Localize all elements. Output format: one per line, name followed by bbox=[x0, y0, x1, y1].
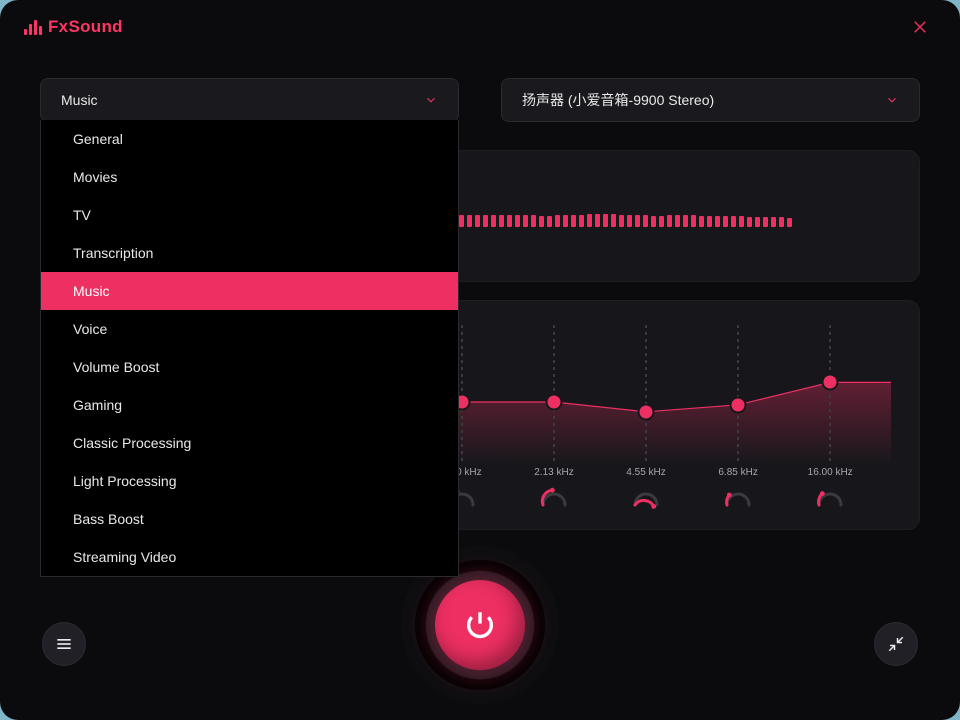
spectrum-bar bbox=[747, 217, 752, 227]
eq-band-track[interactable] bbox=[645, 325, 647, 465]
menu-button[interactable] bbox=[42, 622, 86, 666]
output-select-value: 扬声器 (小爱音箱-9900 Stereo) bbox=[522, 90, 714, 110]
spectrum-bar bbox=[771, 217, 776, 227]
spectrum-bar bbox=[627, 215, 632, 227]
close-button[interactable] bbox=[904, 11, 936, 43]
titlebar: FxSound bbox=[0, 0, 960, 54]
collapse-icon bbox=[887, 635, 905, 653]
spectrum-bar bbox=[643, 215, 648, 227]
eq-band-knob[interactable] bbox=[638, 403, 655, 420]
spectrum-bar bbox=[515, 215, 520, 227]
preset-option[interactable]: TV bbox=[41, 196, 458, 234]
spectrum-bar bbox=[563, 215, 568, 227]
app-window: FxSound Music GeneralMoviesTVTranscripti… bbox=[0, 0, 960, 720]
hamburger-icon bbox=[54, 634, 74, 654]
preset-selector: Music GeneralMoviesTVTranscriptionMusicV… bbox=[40, 78, 459, 122]
spectrum-bar bbox=[731, 216, 736, 227]
preset-select[interactable]: Music bbox=[40, 78, 459, 122]
spectrum-bar bbox=[523, 215, 528, 227]
spectrum-bar bbox=[779, 217, 784, 227]
spectrum-bar bbox=[723, 216, 728, 227]
spectrum-bar bbox=[691, 215, 696, 227]
spectrum-bar bbox=[507, 215, 512, 227]
preset-option[interactable]: Gaming bbox=[41, 386, 458, 424]
spectrum-bar bbox=[675, 215, 680, 227]
eq-band-track[interactable] bbox=[737, 325, 739, 465]
eq-band-label: 4.55 kHz bbox=[621, 467, 671, 478]
collapse-button[interactable] bbox=[874, 622, 918, 666]
spectrum-bar bbox=[611, 214, 616, 227]
spectrum-bar bbox=[715, 216, 720, 227]
preset-option[interactable]: Bass Boost bbox=[41, 500, 458, 538]
eq-band-label: 16.00 kHz bbox=[805, 467, 855, 478]
preset-option[interactable]: Transcription bbox=[41, 234, 458, 272]
spectrum-bar bbox=[491, 215, 496, 227]
preset-option[interactable]: Voice bbox=[41, 310, 458, 348]
eq-band-label: 2.13 kHz bbox=[529, 467, 579, 478]
spectrum-bar bbox=[531, 215, 536, 227]
spectrum-bar bbox=[579, 215, 584, 227]
eq-band-track[interactable] bbox=[829, 325, 831, 465]
eq-band-dial[interactable] bbox=[631, 487, 661, 514]
preset-option[interactable]: General bbox=[41, 120, 458, 158]
spectrum-bar bbox=[555, 215, 560, 227]
app-logo: FxSound bbox=[24, 17, 123, 37]
selectors-row: Music GeneralMoviesTVTranscriptionMusicV… bbox=[0, 54, 960, 122]
spectrum-bar bbox=[587, 214, 592, 227]
logo-bars-icon bbox=[24, 20, 42, 35]
spectrum-bar bbox=[603, 214, 608, 227]
spectrum-bar bbox=[571, 215, 576, 227]
chevron-down-icon bbox=[885, 93, 899, 107]
spectrum-bar bbox=[635, 215, 640, 227]
spectrum-bar bbox=[499, 215, 504, 227]
eq-band-knob[interactable] bbox=[822, 374, 839, 391]
preset-option[interactable]: Volume Boost bbox=[41, 348, 458, 386]
eq-band-label: 6.85 kHz bbox=[713, 467, 763, 478]
output-selector: 扬声器 (小爱音箱-9900 Stereo) bbox=[501, 78, 920, 122]
spectrum-bar bbox=[547, 216, 552, 227]
spectrum-bar bbox=[651, 216, 656, 227]
preset-option[interactable]: Movies bbox=[41, 158, 458, 196]
spectrum-bar bbox=[707, 216, 712, 227]
eq-band-dial[interactable] bbox=[723, 487, 753, 514]
spectrum-bar bbox=[787, 218, 792, 227]
close-icon bbox=[911, 18, 929, 36]
spectrum-bar bbox=[699, 216, 704, 227]
spectrum-bar bbox=[483, 215, 488, 227]
preset-option[interactable]: Music bbox=[41, 272, 458, 310]
spectrum-bar bbox=[475, 215, 480, 227]
spectrum-bar bbox=[667, 215, 672, 227]
output-select[interactable]: 扬声器 (小爱音箱-9900 Stereo) bbox=[501, 78, 920, 122]
preset-menu: GeneralMoviesTVTranscriptionMusicVoiceVo… bbox=[40, 120, 459, 577]
preset-option[interactable]: Streaming Video bbox=[41, 538, 458, 576]
eq-band-knob[interactable] bbox=[730, 396, 747, 413]
spectrum-bar bbox=[659, 216, 664, 227]
spectrum-bar bbox=[459, 215, 464, 227]
eq-band-knob[interactable] bbox=[545, 394, 562, 411]
power-icon bbox=[463, 608, 497, 642]
preset-select-value: Music bbox=[61, 92, 98, 108]
spectrum-bar bbox=[467, 215, 472, 227]
power-ring bbox=[415, 560, 545, 690]
spectrum-bar bbox=[739, 216, 744, 227]
spectrum-bar bbox=[539, 216, 544, 227]
spectrum-bar bbox=[763, 217, 768, 227]
preset-option[interactable]: Classic Processing bbox=[41, 424, 458, 462]
preset-option[interactable]: Light Processing bbox=[41, 462, 458, 500]
eq-band-dial[interactable] bbox=[815, 487, 845, 514]
power-button[interactable] bbox=[435, 580, 525, 670]
spectrum-bar bbox=[595, 214, 600, 227]
spectrum-bar bbox=[683, 215, 688, 227]
app-name: FxSound bbox=[48, 17, 123, 37]
spectrum-bar bbox=[619, 215, 624, 227]
spectrum-bar bbox=[755, 217, 760, 227]
chevron-down-icon bbox=[424, 93, 438, 107]
eq-band-dial[interactable] bbox=[539, 487, 569, 514]
